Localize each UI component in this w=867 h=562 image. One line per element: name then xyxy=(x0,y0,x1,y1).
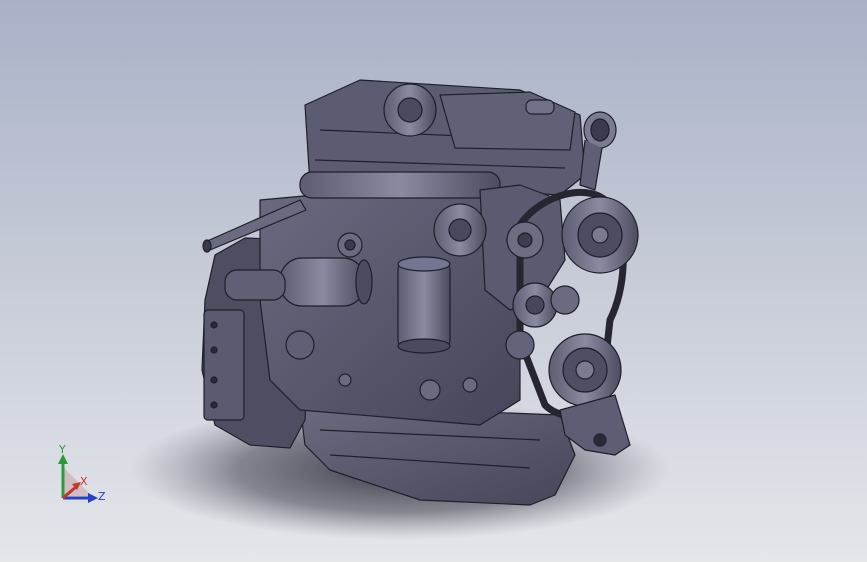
water-pump-pulley xyxy=(550,285,580,315)
oil-filter xyxy=(397,261,451,349)
starter-motor xyxy=(279,257,366,307)
intake-manifold-pipe xyxy=(299,171,501,199)
triad-y-label: Y xyxy=(59,443,66,456)
engine-3d-model[interactable] xyxy=(0,0,867,562)
z-axis-arrow xyxy=(88,493,98,503)
valve-cover xyxy=(439,91,576,151)
engine-body xyxy=(201,79,639,506)
triad-z-label: Z xyxy=(98,490,106,503)
triad-x-label: X xyxy=(80,475,88,488)
mounting-bracket xyxy=(203,309,245,421)
graphics-viewport[interactable]: Y X Z xyxy=(0,0,867,562)
